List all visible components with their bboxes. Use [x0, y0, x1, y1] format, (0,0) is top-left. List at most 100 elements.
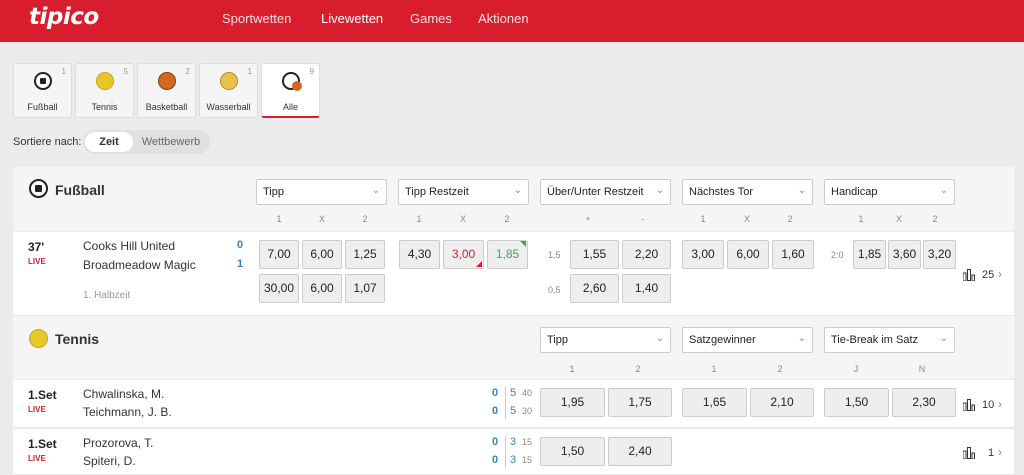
market-select-handicap[interactable]: Handicap ⌄	[824, 179, 955, 205]
market-select-tipp-restzeit[interactable]: Tipp Restzeit ⌄	[398, 179, 529, 205]
soccer-ball-icon	[29, 179, 48, 198]
match-time: 1.Set	[28, 388, 57, 402]
ou-line: 0,5	[548, 285, 561, 295]
odd-button[interactable]: 6,00	[302, 274, 342, 303]
match-row[interactable]: 37' LIVE Cooks Hill United Broadmeadow M…	[13, 232, 1014, 316]
sort-by-time-button[interactable]: Zeit	[85, 132, 133, 152]
column-header: +	[585, 214, 591, 224]
odd-button[interactable]: 1,40	[622, 274, 671, 303]
column-header: -	[641, 214, 645, 224]
match-row[interactable]: 1.Set LIVE Prozorova, T. Spiteri, D. 0 0…	[13, 429, 1014, 475]
odd-button[interactable]: 2,40	[608, 437, 672, 466]
column-header: 1	[700, 214, 706, 224]
points-player-one: 40	[522, 388, 533, 398]
soccer-ball-icon	[33, 72, 52, 90]
live-badge: LIVE	[28, 257, 46, 266]
statistics-icon[interactable]	[963, 269, 975, 281]
column-header: 2	[635, 364, 641, 374]
statistics-icon[interactable]	[963, 399, 975, 411]
section-title: Tennis	[55, 331, 100, 347]
sport-tab-label: Alle	[282, 102, 298, 112]
odd-button[interactable]: 1,07	[345, 274, 385, 303]
column-header: 1	[711, 364, 717, 374]
market-select-ueber-unter[interactable]: Über/Unter Restzeit ⌄	[540, 179, 671, 205]
more-markets-count[interactable]: 10	[982, 399, 994, 411]
nav-aktionen[interactable]: Aktionen	[478, 11, 529, 26]
odd-button[interactable]: 2,10	[750, 388, 814, 417]
more-markets-count[interactable]: 1	[988, 447, 994, 459]
nav-games[interactable]: Games	[410, 11, 452, 26]
odd-button[interactable]: 3,20	[923, 240, 956, 269]
odd-button[interactable]: 3,00	[682, 240, 724, 269]
nav-sportwetten[interactable]: Sportwetten	[222, 11, 291, 26]
live-badge: LIVE	[28, 454, 46, 463]
statistics-icon[interactable]	[963, 447, 975, 459]
market-select-naechstes-tor[interactable]: Nächstes Tor ⌄	[682, 179, 813, 205]
chevron-right-icon[interactable]: ›	[998, 267, 1002, 281]
football-section-header: Fußball Tipp ⌄ Tipp Restzeit ⌄ Über/Unter …	[13, 167, 1014, 231]
games-player-one: 5	[510, 387, 517, 399]
odd-button[interactable]: 2,30	[892, 388, 956, 417]
odd-button[interactable]: 1,25	[345, 240, 385, 269]
odd-button[interactable]: 1,50	[540, 437, 605, 466]
tipico-logo[interactable]: tipico	[29, 4, 99, 30]
sport-tab-tennis[interactable]: 5 Tennis	[75, 63, 134, 118]
odd-button[interactable]: 1,95	[540, 388, 605, 417]
match-period: 1. Halbzeit	[83, 290, 131, 301]
sort-by-competition-button[interactable]: Wettbewerb	[135, 132, 207, 152]
sort-toggle: Zeit Wettbewerb	[83, 130, 210, 154]
odd-button[interactable]: 1,65	[682, 388, 747, 417]
score-divider	[505, 387, 506, 419]
sport-count: 1	[247, 67, 252, 76]
player-one: Chwalinska, M.	[83, 387, 165, 401]
market-select-tipp[interactable]: Tipp ⌄	[540, 327, 671, 353]
sport-count: 2	[185, 67, 190, 76]
market-label: Über/Unter Restzeit	[547, 186, 644, 198]
more-markets-count[interactable]: 25	[982, 269, 994, 281]
chevron-down-icon: ⌄	[371, 185, 380, 196]
odd-button[interactable]: 2,20	[622, 240, 671, 269]
odd-button[interactable]: 6,00	[302, 240, 342, 269]
column-header: 2	[787, 214, 793, 224]
column-header: 2	[362, 214, 368, 224]
sport-tab-alle[interactable]: 9 Alle	[261, 63, 320, 118]
odd-button[interactable]: 1,85	[853, 240, 886, 269]
market-select-tie-break[interactable]: Tie-Break im Satz ⌄	[824, 327, 955, 353]
score-home: 0	[237, 239, 244, 251]
odd-button[interactable]: 6,00	[727, 240, 769, 269]
column-header: 2	[932, 214, 938, 224]
odd-button[interactable]: 1,75	[608, 388, 672, 417]
chevron-right-icon[interactable]: ›	[998, 445, 1002, 459]
sport-tab-label: Tennis	[91, 102, 118, 112]
odd-button[interactable]: 3,60	[888, 240, 921, 269]
chevron-right-icon[interactable]: ›	[998, 397, 1002, 411]
games-player-one: 3	[510, 436, 517, 448]
odd-button[interactable]: 1,60	[772, 240, 814, 269]
tennis-ball-icon	[95, 72, 114, 90]
match-row[interactable]: 1.Set LIVE Chwalinska, M. Teichmann, J. …	[13, 380, 1014, 428]
sport-tab-basketball[interactable]: 2 Basketball	[137, 63, 196, 118]
sets-player-two: 0	[492, 405, 499, 417]
market-select-tipp[interactable]: Tipp ⌄	[256, 179, 387, 205]
chevron-down-icon: ⌄	[797, 333, 806, 344]
column-header: N	[918, 364, 926, 374]
player-one: Prozorova, T.	[83, 436, 154, 450]
tennis-ball-icon	[29, 329, 48, 348]
market-label: Tipp Restzeit	[405, 186, 469, 198]
top-navigation-bar: tipico Sportwetten Livewetten Games Akti…	[0, 0, 1024, 42]
market-label: Tie-Break im Satz	[831, 334, 919, 346]
odd-button[interactable]: 30,00	[259, 274, 299, 303]
section-title: Fußball	[55, 182, 105, 198]
tennis-section-header: Tennis Tipp ⌄ Satzgewinner ⌄ Tie-Break im …	[13, 316, 1014, 379]
sport-tab-fussball[interactable]: 1 Fußball	[13, 63, 72, 118]
sport-tab-wasserball[interactable]: 1 Wasserball	[199, 63, 258, 118]
market-select-satzgewinner[interactable]: Satzgewinner ⌄	[682, 327, 813, 353]
odd-button[interactable]: 4,30	[399, 240, 440, 269]
odd-button[interactable]: 1,55	[570, 240, 619, 269]
odd-button[interactable]: 7,00	[259, 240, 299, 269]
odd-button[interactable]: 1,50	[824, 388, 889, 417]
chevron-down-icon: ⌄	[939, 333, 948, 344]
odd-button[interactable]: 2,60	[570, 274, 619, 303]
handicap-line: 2:0	[831, 250, 844, 260]
nav-livewetten[interactable]: Livewetten	[321, 11, 383, 26]
